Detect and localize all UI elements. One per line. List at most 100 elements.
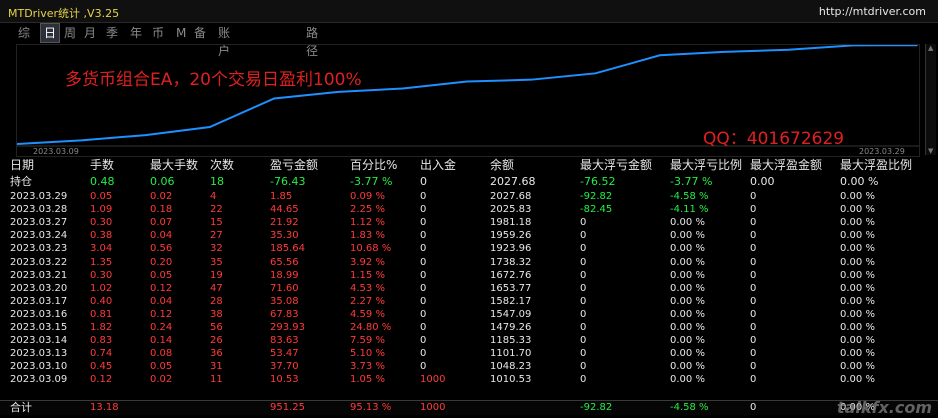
table-row: 2023.03.28 1.09 0.18 22 44.65 2.25 % 0 2025.83 -… [0, 203, 920, 216]
total-cell-col-6: 1000 [420, 402, 446, 413]
cell-col-1: 0.48 [90, 175, 115, 188]
cell-col-2: 0.06 [150, 175, 175, 188]
cell-col-3: 31 [210, 361, 223, 373]
cell-col-11: 最大浮盈比例 [840, 158, 913, 172]
cell-col-5: 4.53 % [350, 282, 385, 294]
cell-col-4: 18.99 [270, 269, 299, 281]
cell-col-9: 0.00 % [670, 230, 705, 242]
cell-col-6: 0 [420, 175, 427, 188]
cell-col-3: 次数 [210, 158, 235, 172]
cell-col-0: 2023.03.27 [10, 217, 68, 229]
cell-col-3: 28 [210, 295, 223, 307]
cell-col-2: 0.04 [150, 230, 173, 242]
cell-col-10: 0 [750, 191, 757, 202]
cell-col-2: 0.12 [150, 282, 173, 294]
cell-col-4: 37.70 [270, 361, 299, 373]
website-link[interactable]: http://mtdriver.com [819, 5, 926, 18]
total-cell-col-10: 0 [750, 402, 757, 413]
tab-7[interactable]: M [176, 24, 186, 42]
cell-col-9: 0.00 % [670, 335, 705, 347]
cell-col-6: 1000 [420, 374, 446, 386]
table-row: 2023.03.21 0.30 0.05 19 18.99 1.15 % 0 1672.76 0… [0, 269, 920, 282]
cell-col-4: 10.53 [270, 374, 299, 386]
cell-col-8: 0 [580, 217, 587, 229]
cell-col-8: 0 [580, 282, 587, 294]
cell-col-10: 0 [750, 348, 757, 360]
cell-col-6: 0 [420, 335, 427, 347]
cell-col-9: -4.58 % [670, 191, 709, 202]
chart-scrollbar[interactable]: ▲ ▼ [925, 44, 936, 155]
table-row: 2023.03.24 0.38 0.04 27 35.30 1.83 % 0 1959.26 0… [0, 229, 920, 242]
total-row: 合计 13.18 951.25 95.13 % 1000 -92.82 -4.58 % 0 0.… [0, 400, 938, 415]
cell-col-7: 2027.68 [490, 175, 536, 188]
equity-point-9 [594, 72, 597, 75]
cell-col-11: 0.00 % [840, 191, 875, 202]
scroll-up-icon[interactable]: ▲ [928, 44, 933, 52]
cell-col-11: 0.00 % [840, 204, 875, 216]
cell-col-11: 0.00 % [840, 243, 875, 255]
tab-0[interactable]: 综 [18, 24, 30, 42]
cell-col-2: 0.56 [150, 243, 173, 255]
cell-col-6: 0 [420, 269, 427, 281]
cell-col-3: 18 [210, 175, 224, 188]
cell-col-6: 0 [420, 282, 427, 294]
chart-annotation-qq: QQ：401672629 [703, 129, 845, 149]
equity-point-5 [337, 91, 340, 93]
total-cell-col-5: 95.13 % [350, 402, 392, 413]
cell-col-6: 0 [420, 295, 427, 307]
cell-col-6: 0 [420, 217, 427, 229]
cell-col-6: 0 [420, 308, 427, 320]
table-row: 2023.03.17 0.40 0.04 28 35.08 2.27 % 0 1582.17 0… [0, 295, 920, 308]
cell-col-4: 44.65 [270, 204, 299, 216]
equity-point-7 [466, 80, 468, 83]
cell-col-11: 0.00 % [840, 348, 875, 360]
cell-col-4: 293.93 [270, 322, 305, 333]
total-cell-col-0: 合计 [10, 401, 32, 414]
cell-col-5: 2.27 % [350, 295, 385, 307]
cell-col-8: 0 [580, 374, 587, 386]
cell-col-10: 0 [750, 308, 757, 320]
tab-5[interactable]: 年 [130, 24, 142, 42]
tab-1[interactable]: 日 [40, 23, 61, 43]
scroll-down-icon[interactable]: ▼ [928, 147, 933, 155]
cell-col-9: -3.77 % [670, 175, 713, 188]
cell-col-5: 3.73 % [350, 361, 385, 373]
cell-col-10: 0 [750, 256, 757, 268]
cell-col-2: 0.02 [150, 374, 173, 386]
cell-col-8: 0 [580, 269, 587, 281]
cell-col-10: 0 [750, 374, 757, 386]
cell-col-9: 0.00 % [670, 243, 705, 255]
cell-col-11: 0.00 % [840, 308, 875, 320]
equity-point-8 [530, 78, 533, 81]
cell-col-4: 67.83 [270, 308, 299, 320]
cell-col-10: 0 [750, 217, 757, 229]
table-row: 2023.03.27 0.30 0.07 15 21.92 1.12 % 0 1981.18 0… [0, 216, 920, 229]
cell-col-6: 0 [420, 361, 427, 373]
cell-col-7: 1981.18 [490, 217, 532, 229]
equity-point-4 [273, 97, 275, 100]
tab-3[interactable]: 月 [84, 24, 96, 42]
tab-10[interactable]: 路径 [306, 24, 318, 58]
cell-col-1: 0.30 [90, 269, 113, 281]
cell-col-1: 0.30 [90, 217, 113, 229]
tab-8[interactable]: 备 [194, 24, 206, 42]
cell-col-11: 0.00 % [840, 322, 875, 333]
cell-col-11: 0.00 % [840, 217, 875, 229]
cell-col-0: 2023.03.29 [10, 191, 68, 202]
cell-col-7: 余额 [490, 158, 515, 172]
tab-6[interactable]: 币 [152, 24, 164, 42]
cell-col-4: 83.63 [270, 335, 299, 347]
cell-col-8: 0 [580, 256, 587, 268]
cell-col-8: 最大浮亏金额 [580, 158, 653, 172]
cell-col-1: 0.05 [90, 191, 113, 202]
app-title: MTDriver统计 ,V3.25 [8, 7, 120, 20]
chart-start-date: 2023.03.09 [33, 147, 79, 156]
tab-9[interactable]: 账户 [218, 24, 230, 58]
cell-col-9: 0.00 % [670, 295, 705, 307]
cell-col-6: 0 [420, 348, 427, 360]
cell-col-1: 0.45 [90, 361, 113, 373]
table-header: 日期 手数 最大手数 次数 盈亏金额 百分比% 出入金 余额 最大浮亏金额 最大浮亏比例 最大浮盈金… [0, 158, 920, 173]
tab-2[interactable]: 周 [64, 24, 76, 42]
cell-col-3: 47 [210, 282, 223, 294]
tab-4[interactable]: 季 [106, 24, 118, 42]
